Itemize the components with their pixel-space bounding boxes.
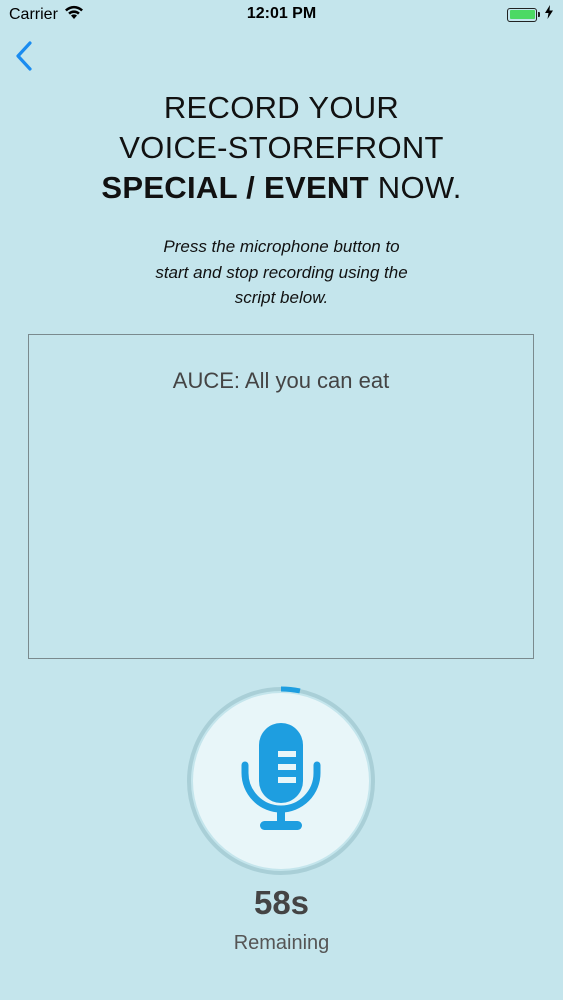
progress-arc <box>280 686 301 694</box>
seconds-remaining: 58s <box>253 884 310 921</box>
page-title: RECORD YOUR VOICE-STOREFRONT SPECIAL / E… <box>0 88 563 208</box>
title-line-3-rest: NOW. <box>368 170 462 205</box>
battery-icon <box>507 7 540 22</box>
script-text: AUCE: All you can eat <box>172 368 390 393</box>
back-button[interactable] <box>8 38 40 78</box>
chevron-left-icon <box>15 40 33 76</box>
title-line-3: SPECIAL / EVENT NOW. <box>0 168 563 208</box>
title-line-2: VOICE-STOREFRONT <box>119 130 444 165</box>
status-right <box>507 5 553 24</box>
recorder <box>186 686 376 876</box>
remaining-label: Remaining <box>233 932 330 954</box>
title-emphasis: SPECIAL / EVENT <box>101 170 369 205</box>
script-box: AUCE: All you can eat <box>28 334 534 659</box>
instructions-line-2: start and stop recording using the <box>155 262 408 282</box>
microphone-icon <box>241 722 321 840</box>
charging-bolt-icon <box>545 5 553 24</box>
instructions: Press the microphone button to start and… <box>0 234 563 311</box>
microphone-button[interactable] <box>193 693 369 869</box>
status-bar: Carrier 12:01 PM <box>0 0 563 30</box>
title-line-1: RECORD YOUR <box>163 90 400 125</box>
instructions-line-1: Press the microphone button to <box>163 237 400 256</box>
status-time: 12:01 PM <box>246 5 317 22</box>
battery-level <box>509 10 535 19</box>
instructions-line-3: script below. <box>234 288 329 307</box>
